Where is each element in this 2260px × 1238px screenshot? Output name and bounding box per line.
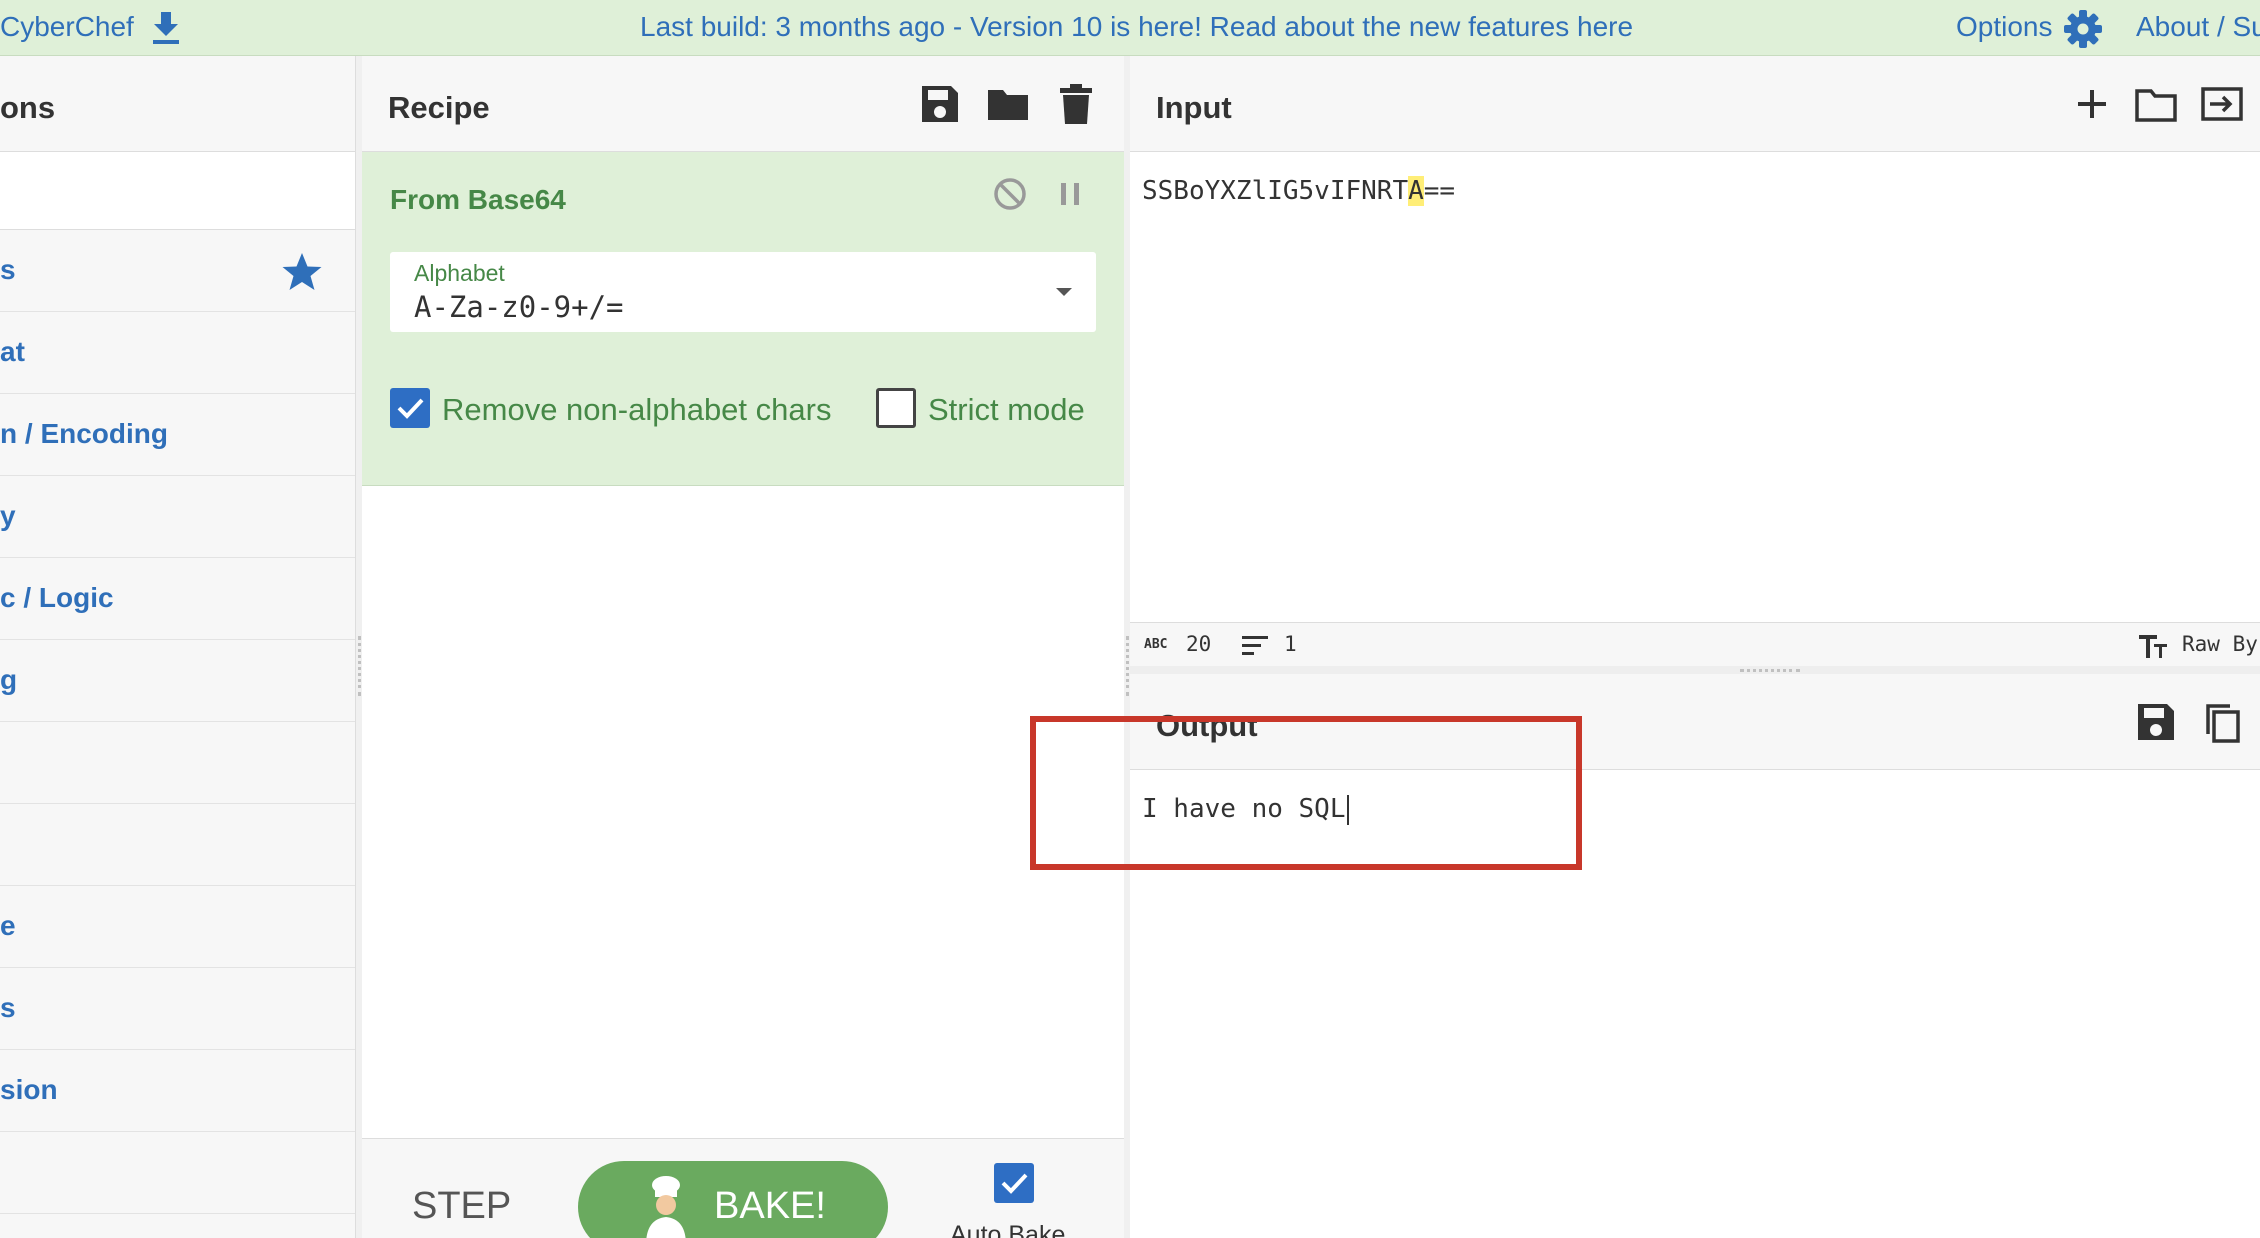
category-label: g [0, 664, 18, 695]
text-encoding-icon[interactable] [2138, 633, 2168, 659]
input-text-part: == [1423, 176, 1456, 206]
io-resize-gutter[interactable] [1130, 666, 2260, 674]
operations-title: ons [0, 90, 56, 125]
category-label: s [0, 992, 16, 1023]
input-text: SSBoYXZlIG5vIFNRTA== [1142, 176, 1455, 206]
breakpoint-pause-icon[interactable] [1052, 176, 1088, 212]
category-item[interactable]: s [0, 968, 355, 1050]
abc-length-icon: ABC [1144, 637, 1168, 652]
input-lines: 1 [1284, 632, 1297, 656]
category-encryption-encoding[interactable]: n / Encoding [0, 394, 355, 476]
input-encoding[interactable]: Raw By [2182, 632, 2258, 656]
recipe-header: Recipe [362, 56, 1124, 152]
alphabet-select[interactable]: Alphabet A-Za-z0-9+/= [390, 252, 1096, 332]
lines-icon [1242, 636, 1268, 655]
category-label: n / Encoding [0, 418, 168, 449]
operation-title: From Base64 [390, 184, 566, 215]
options-link[interactable]: Options [1956, 11, 2053, 43]
download-icon[interactable] [150, 10, 182, 46]
recipe-controls: STEP BAKE! Auto Bake [362, 1138, 1124, 1238]
category-item[interactable]: sion [0, 1050, 355, 1132]
auto-bake-label[interactable]: Auto Bake [950, 1221, 1065, 1238]
category-arithmetic-logic[interactable]: c / Logic [0, 558, 355, 640]
version-notice-link[interactable]: Last build: 3 months ago - Version 10 is… [640, 11, 1633, 43]
category-item[interactable] [0, 804, 355, 886]
disable-operation-icon[interactable] [992, 176, 1028, 212]
remove-non-alphabet-label[interactable]: Remove non-alphabet chars [442, 392, 831, 428]
input-text-part: SSBoYXZlIG5vIFNRT [1142, 176, 1409, 206]
add-tab-plus-icon[interactable] [2070, 82, 2114, 126]
category-public-key[interactable]: y [0, 476, 355, 558]
chevron-down-icon [1056, 288, 1072, 296]
chef-icon [646, 1176, 686, 1238]
remove-non-alphabet-checkbox[interactable] [390, 388, 430, 428]
category-data-format[interactable]: at [0, 312, 355, 394]
step-button[interactable]: STEP [412, 1185, 511, 1228]
recipe-operation-from-base64[interactable]: From Base64 Alphabet A-Za-z0-9+/= Remove… [362, 152, 1124, 486]
checkmark-icon [397, 398, 424, 419]
io-panel: Input SSBoYXZlIG5vIFNRTA== ABC 20 1 Raw … [1130, 56, 2260, 1238]
about-support-link[interactable]: About / Su [2136, 11, 2260, 43]
category-label: c / Logic [0, 582, 114, 613]
alphabet-value: A-Za-z0-9+/= [414, 290, 624, 324]
save-recipe-icon[interactable] [918, 82, 962, 126]
category-item[interactable]: e [0, 886, 355, 968]
clear-recipe-trash-icon[interactable] [1054, 82, 1098, 126]
category-item[interactable] [0, 1132, 355, 1214]
top-banner: CyberChef Last build: 3 months ago - Ver… [0, 0, 2260, 56]
checkmark-icon [1001, 1173, 1028, 1194]
operations-search-input[interactable] [0, 152, 355, 230]
copy-output-icon[interactable] [2200, 700, 2244, 744]
operations-header: ons [0, 56, 355, 152]
category-label: s [0, 254, 16, 285]
category-item[interactable] [0, 722, 355, 804]
bake-button[interactable]: BAKE! [578, 1161, 888, 1238]
highlight-annotation-box [1030, 716, 1582, 870]
strict-mode-label[interactable]: Strict mode [928, 392, 1085, 428]
alphabet-label: Alphabet [414, 260, 505, 286]
star-icon [282, 253, 322, 290]
input-header: Input [1130, 56, 2260, 152]
category-label: e [0, 910, 16, 941]
operations-panel: ons s at n / Encoding y c / Logic g e s … [0, 56, 356, 1238]
category-favourites[interactable]: s [0, 230, 355, 312]
bake-label: BAKE! [714, 1185, 826, 1227]
category-label: at [0, 336, 25, 367]
recipe-title: Recipe [388, 90, 490, 125]
recipe-panel: Recipe From Base64 Alphabet A-Za-z0-9+/= [362, 56, 1124, 1238]
input-textarea[interactable]: SSBoYXZlIG5vIFNRTA== [1130, 152, 2260, 622]
category-networking[interactable]: g [0, 640, 355, 722]
strict-mode-checkbox[interactable] [876, 388, 916, 428]
input-text-highlight: A [1408, 176, 1424, 206]
input-title: Input [1156, 90, 1232, 125]
open-file-input-icon[interactable] [2200, 82, 2244, 126]
input-status-bar: ABC 20 1 Raw By [1130, 622, 2260, 666]
load-recipe-folder-icon[interactable] [986, 82, 1030, 126]
auto-bake-checkbox[interactable] [994, 1163, 1034, 1203]
app-title-link[interactable]: CyberChef [0, 11, 134, 43]
save-output-icon[interactable] [2134, 700, 2178, 744]
input-length: 20 [1186, 632, 1212, 656]
open-folder-icon[interactable] [2134, 82, 2178, 126]
category-label: y [0, 500, 16, 531]
category-label: sion [0, 1074, 58, 1105]
operations-category-list: s at n / Encoding y c / Logic g e s sion [0, 230, 355, 1214]
gear-icon[interactable] [2062, 8, 2104, 50]
